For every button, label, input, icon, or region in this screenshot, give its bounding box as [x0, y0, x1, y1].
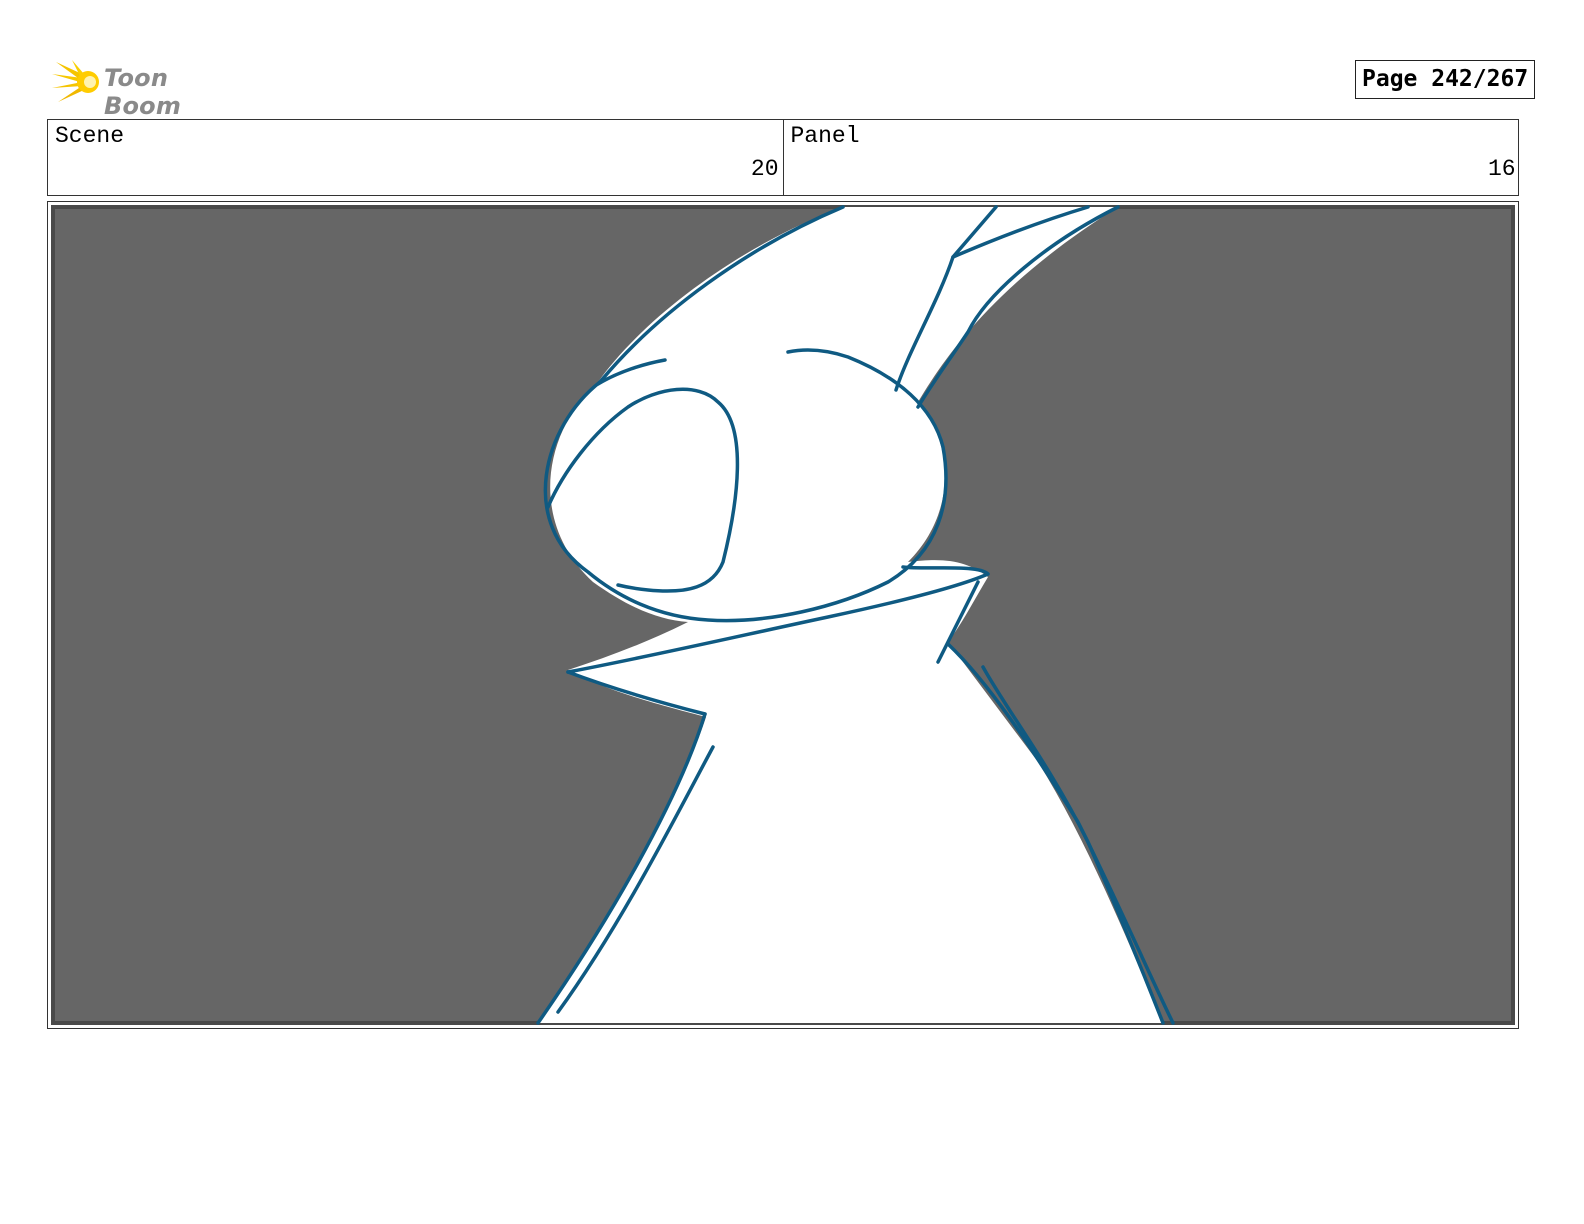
scene-cell: Scene 20 — [48, 120, 783, 195]
storyboard-sketch — [51, 205, 1515, 1025]
page-indicator: Page 242/267 — [1355, 60, 1535, 99]
logo-text: Toon Boom — [104, 64, 182, 120]
storyboard-panel-frame — [47, 201, 1519, 1029]
starburst-logo-icon — [52, 60, 99, 102]
panel-value: 16 — [1488, 156, 1516, 182]
toon-boom-logo: Toon Boom — [52, 56, 252, 120]
panel-cell: Panel 16 — [782, 120, 1519, 195]
scene-value: 20 — [750, 156, 779, 182]
scene-label: Scene — [55, 123, 125, 149]
scene-panel-table: Scene 20 Panel 16 — [47, 119, 1519, 196]
panel-label: Panel — [790, 123, 860, 149]
